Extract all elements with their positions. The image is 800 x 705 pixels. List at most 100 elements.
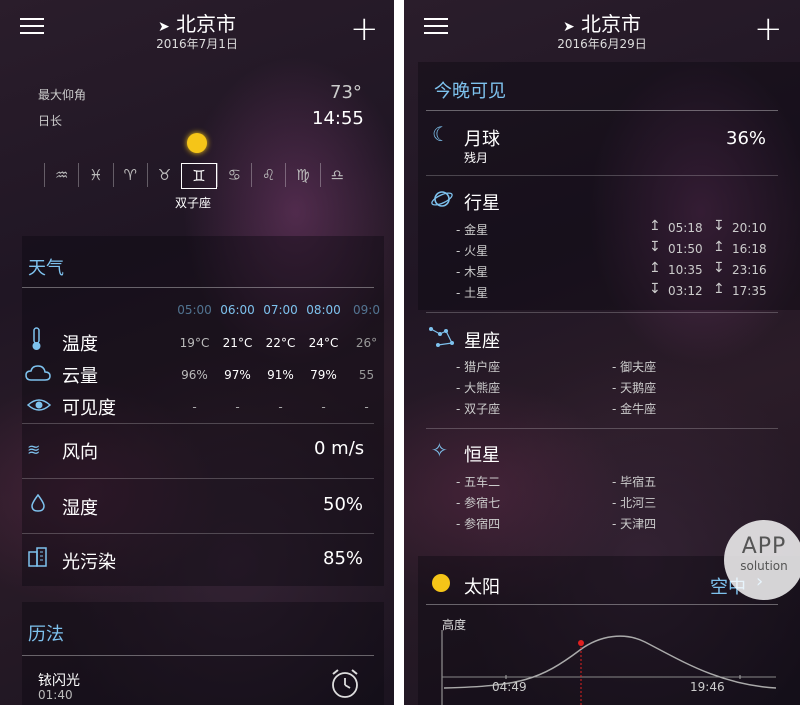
temperature-cell: 19°C [179,336,210,350]
constellations-label: 星座 [464,331,500,352]
hours-row: 05:00 06:00 07:00 08:00 09:0 [173,303,388,317]
sunrise-time: 04:49 [492,680,527,694]
visibility-cell: - [321,400,326,414]
planet-set: 20:10 [732,221,767,235]
set-arrow-icon: ↥ [713,239,725,255]
visibility-label: 可见度 [62,398,116,419]
constellation-icon [428,325,456,353]
hour-cell: 06:00 [220,303,255,317]
sun-altitude-graph [440,630,780,705]
set-arrow-icon: ↧ [713,218,725,234]
star-item: - 天津四 [612,517,657,531]
visibility-cell: - [235,400,240,414]
hour-cell: 08:00 [306,303,341,317]
temperature-row: 19°C 21°C 22°C 24°C 26° [173,336,388,350]
sunset-time: 19:46 [690,680,725,694]
visibility-row: - - - - - [173,400,388,414]
constellation-item: - 金牛座 [612,402,657,416]
zodiac-leo[interactable]: ♌ [250,163,285,187]
temperature-cell: 21°C [222,336,253,350]
zodiac-aquarius[interactable]: ♒ [44,163,78,187]
max-elevation-value: 73° [330,82,362,103]
planet-rise: 01:50 [668,242,703,256]
active-sign-label: 双子座 [175,196,212,210]
max-elevation-label: 最大仰角 [38,88,87,102]
date-label: 2016年6月29日 [557,37,647,51]
humidity-label: 湿度 [62,498,98,519]
star-item: - 参宿四 [456,517,501,531]
cloud-cell: 91% [267,368,294,382]
star-item: - 参宿七 [456,496,501,510]
divider [426,312,778,313]
sun-icon [187,133,207,153]
eye-icon [26,397,52,417]
light-pollution-value: 85% [323,548,364,569]
divider [22,478,374,479]
wind-icon: ≋ [27,440,41,459]
add-icon[interactable]: + [754,12,783,46]
constellation-item: - 双子座 [456,402,501,416]
hour-cell: 07:00 [263,303,298,317]
moon-icon: ☾ [432,122,450,146]
calendar-title: 历法 [28,624,64,645]
hour-cell: 09:0 [353,303,380,317]
moon-phase: 残月 [464,151,489,165]
weather-title: 天气 [28,258,64,279]
tonight-title: 今晚可见 [434,81,506,102]
planet-name: - 火星 [456,244,489,258]
zodiac-gemini[interactable]: ♊ [181,163,217,189]
sun-icon [432,574,450,592]
thermometer-icon [31,327,41,350]
star-icon: ✧ [431,438,448,462]
planet-name: - 土星 [456,286,489,300]
zodiac-cancer[interactable]: ♋ [216,163,251,187]
zodiac-pisces[interactable]: ♓ [78,163,112,187]
rise-arrow-icon: ↧ [649,281,661,297]
stars-label: 恒星 [464,445,500,466]
temperature-cell: 24°C [308,336,339,350]
right-screen: ➤ 北京市 2016年6月29日 + 今晚可见 ☾ 月球 残月 36% 行星 -… [404,0,800,705]
divider [22,533,374,534]
location-title[interactable]: ➤ 北京市 [404,8,800,37]
visibility-cell: - [364,400,369,414]
location-title[interactable]: ➤ 北京市 [0,8,394,37]
planet-name: - 金星 [456,223,489,237]
location-arrow-icon: ➤ [562,19,575,35]
wind-value: 0 m/s [314,438,365,459]
zodiac-aries[interactable]: ♈ [112,163,147,187]
planets-label: 行星 [464,193,500,214]
set-arrow-icon: ↥ [713,281,725,297]
cloud-cell: 55 [358,368,375,382]
divider [426,175,778,176]
zodiac-libra[interactable]: ♎ [319,163,354,187]
planet-rise: 05:18 [668,221,703,235]
planet-rise: 03:12 [668,284,703,298]
location-arrow-icon: ➤ [157,19,170,35]
humidity-value: 50% [323,494,364,515]
divider [426,428,778,429]
divider [22,423,374,424]
temperature-label: 温度 [62,334,98,355]
add-icon[interactable]: + [350,12,379,46]
hour-cell: 05:00 [177,303,212,317]
star-item: - 五车二 [456,475,501,489]
zodiac-virgo[interactable]: ♍ [285,163,319,187]
zodiac-taurus[interactable]: ♉ [146,163,181,187]
alarm-clock-icon[interactable] [330,668,360,704]
planet-icon [430,188,454,214]
tonight-divider [426,110,778,111]
logo-line2: solution [740,559,788,573]
building-icon [28,547,48,571]
visibility-cell: - [278,400,283,414]
date-label: 2016年7月1日 [156,37,238,51]
planet-set: 23:16 [732,263,767,277]
planet-name: - 木星 [456,265,489,279]
cloud-label: 云量 [62,366,98,387]
calendar-divider [22,655,374,656]
rise-arrow-icon: ↥ [649,260,661,276]
zodiac-strip[interactable]: ♒ ♓ ♈ ♉ ♊ ♋ ♌ ♍ ♎ [44,163,354,189]
constellation-item: - 大熊座 [456,381,501,395]
moon-label: 月球 [464,129,500,150]
visibility-cell: - [192,400,197,414]
left-screen: ➤ 北京市 2016年7月1日 + 最大仰角 73° 日长 14:55 ♒ ♓ … [0,0,394,705]
